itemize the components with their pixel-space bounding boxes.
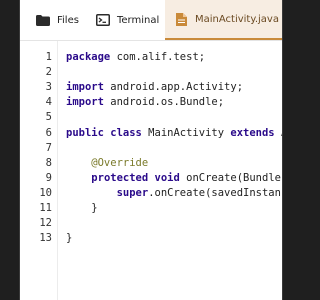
code-line: protected void onCreate(Bundle: [66, 171, 281, 186]
terminal-icon: [96, 14, 110, 26]
code-line: import android.app.Activity;: [66, 80, 243, 95]
code-token: package: [66, 51, 111, 63]
code-line: package com.alif.test;: [66, 50, 205, 65]
line-number: 13: [39, 232, 52, 245]
line-number: 1: [45, 51, 52, 63]
tab-bar: Files Terminal MainActivity.java: [20, 0, 282, 41]
code-token: protected void: [91, 171, 180, 184]
tab-mainactivity-java[interactable]: MainActivity.java: [165, 0, 282, 40]
code-token: public class: [66, 126, 142, 139]
code-token: extends: [230, 126, 275, 139]
code-line: super.onCreate(savedInstanc: [66, 186, 283, 201]
line-number-gutter: 1 2 3 4 5 6 7 8 9 10 11 12 13: [20, 41, 58, 300]
code-line: }: [66, 231, 72, 246]
line-number: 9: [45, 171, 52, 184]
tab-mainactivity-label: MainActivity.java: [195, 13, 279, 25]
code-token: android.app.Activity;: [103, 81, 244, 94]
code-line: }: [66, 201, 98, 216]
file-icon: [174, 12, 188, 26]
code-token: }: [66, 202, 98, 214]
code-line: import android.os.Bundle;: [66, 95, 224, 110]
code-editor[interactable]: 1 2 3 4 5 6 7 8 9 10 11 12 13 package com.alif.test;…: [20, 41, 282, 300]
tab-files[interactable]: Files: [36, 0, 79, 40]
folder-icon: [36, 14, 50, 26]
line-number: 2: [45, 66, 52, 79]
line-number: 12: [39, 217, 52, 230]
line-number: 7: [45, 141, 52, 154]
code-token: .onCreate(savedInstanc: [148, 186, 283, 199]
code-token: super: [116, 186, 149, 199]
code-token: }: [66, 232, 73, 245]
line-number: 4: [45, 96, 52, 109]
line-number: 10: [39, 186, 52, 199]
code-token: A: [275, 127, 282, 139]
code-token: @Override: [66, 156, 149, 169]
tab-terminal-label: Terminal: [117, 14, 160, 26]
code-token: import: [66, 81, 104, 94]
tab-files-label: Files: [57, 14, 79, 26]
code-line: @Override: [66, 156, 148, 171]
code-token: android.os.Bundle;: [103, 96, 225, 109]
line-number: 3: [45, 81, 52, 94]
code-token: import: [66, 96, 104, 109]
tab-terminal[interactable]: Terminal: [96, 0, 159, 40]
phone-screen: Files Terminal MainActivity.java 1234567…: [19, 0, 283, 300]
line-number: 5: [45, 111, 52, 124]
line-number: 11: [39, 202, 52, 214]
code-token: MainActivity: [141, 126, 231, 139]
code-token: onCreate(Bundle: [179, 171, 281, 184]
line-number: 8: [45, 156, 52, 169]
line-number: 6: [45, 126, 52, 139]
code-token: com.alif.test;: [110, 51, 206, 63]
code-line: public class MainActivity extends A: [66, 126, 282, 141]
